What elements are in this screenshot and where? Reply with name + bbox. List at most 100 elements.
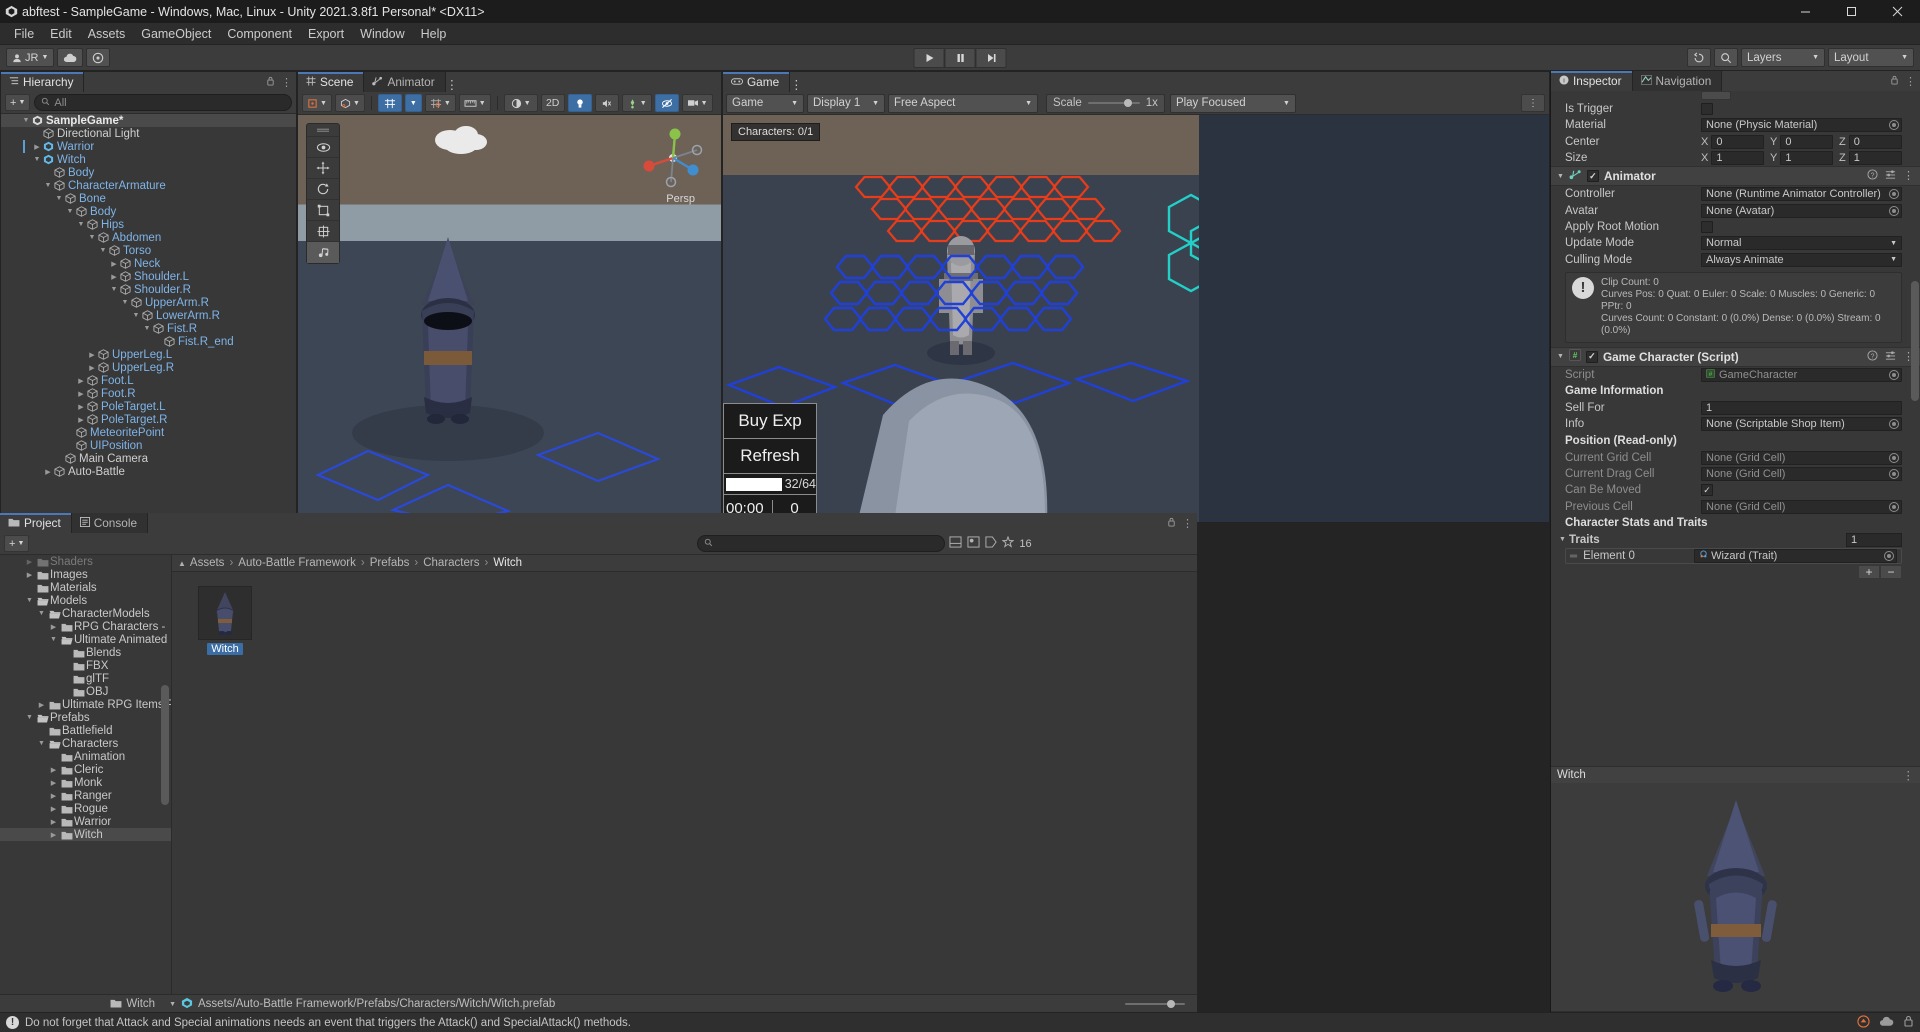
chevron-right-icon[interactable]: ▶ <box>109 273 119 281</box>
chevron-right-icon[interactable]: ▶ <box>76 390 86 398</box>
dropdown-culling-mode[interactable]: Always Animate ▼ <box>1701 252 1902 267</box>
traits-element-row[interactable]: ═ Element 0 Wizard (Trait) <box>1565 548 1902 565</box>
project-search-input[interactable] <box>697 535 946 552</box>
fx-icon[interactable]: ▼ <box>621 94 652 112</box>
breadcrumb-item-prefabs[interactable]: Prefabs <box>370 557 410 569</box>
chevron-right-icon[interactable]: ▶ <box>48 831 59 839</box>
breadcrumb-item-witch[interactable]: Witch <box>493 557 522 569</box>
hierarchy-item-shoulder-l[interactable]: ▶ Shoulder.L <box>1 270 296 283</box>
object-picker-icon[interactable] <box>1884 551 1894 562</box>
axis-input-x[interactable]: 1 <box>1711 151 1764 166</box>
project-folder-animation[interactable]: Animation <box>0 750 171 763</box>
object-picker-icon[interactable] <box>1889 419 1899 430</box>
project-folder-tree[interactable]: ▶ Shaders ▶ Images Materials ▼ Models ▼ Characte… <box>0 555 172 994</box>
chevron-right-icon[interactable]: ▶ <box>48 818 59 826</box>
traits-row[interactable]: ▼ Traits 1 <box>1551 532 1920 548</box>
hierarchy-item-body[interactable]: Body <box>1 166 296 179</box>
chevron-down-icon[interactable]: ▼ <box>65 208 75 215</box>
axis-input-z[interactable]: 1 <box>1848 151 1902 166</box>
lock-icon[interactable] <box>1167 517 1176 530</box>
chevron-down-icon[interactable]: ▼ <box>1557 173 1564 180</box>
project-folder-materials[interactable]: Materials <box>0 581 171 594</box>
hierarchy-item-witch[interactable]: ▼ Witch <box>1 153 296 166</box>
hierarchy-item-main-camera[interactable]: Main Camera <box>1 452 296 465</box>
hierarchy-item-upperarm-r[interactable]: ▼ UpperArm.R <box>1 296 296 309</box>
hierarchy-item-auto-battle[interactable]: ▶ Auto-Battle <box>1 465 296 478</box>
chevron-right-icon[interactable]: ▶ <box>36 701 47 709</box>
chevron-right-icon[interactable]: ▶ <box>48 805 59 813</box>
aspect-dropdown[interactable]: Free Aspect ▼ <box>888 93 1038 113</box>
refresh-button[interactable]: Refresh <box>724 439 816 474</box>
project-folder-gltf[interactable]: glTF <box>0 672 171 685</box>
chevron-down-icon[interactable]: ▼ <box>109 286 119 293</box>
hierarchy-item-neck[interactable]: ▶ Neck <box>1 257 296 270</box>
hierarchy-item-foot-r[interactable]: ▶ Foot.R <box>1 387 296 400</box>
project-folder-blends[interactable]: Blends <box>0 646 171 659</box>
scale-slider-knob[interactable] <box>1123 99 1132 107</box>
chevron-right-icon[interactable]: ▶ <box>43 468 53 476</box>
chevron-right-icon[interactable]: ▶ <box>109 260 119 268</box>
search-icon[interactable] <box>1714 48 1738 67</box>
chevron-right-icon[interactable]: ▶ <box>76 416 86 424</box>
chevron-right-icon[interactable]: ▶ <box>48 779 59 787</box>
more-icon[interactable]: ⋮ <box>1905 75 1916 88</box>
game-character-component-header[interactable]: ▼ # ✓ Game Character (Script) ? ⋮ <box>1551 346 1920 367</box>
chevron-down-icon[interactable]: ▼ <box>24 714 35 721</box>
scale-slider[interactable]: Scale 1x <box>1046 93 1165 113</box>
script-field-value[interactable]: # GameCharacter <box>1701 367 1902 382</box>
project-folder-rogue[interactable]: ▶ Rogue <box>0 802 171 815</box>
add-trait-button[interactable]: + <box>1858 565 1880 580</box>
project-folder-shaders[interactable]: ▶ Shaders <box>0 555 171 568</box>
grid-dropdown[interactable]: ▼ <box>404 94 422 112</box>
tab-hierarchy[interactable]: Hierarchy <box>1 72 85 92</box>
hierarchy-tree[interactable]: ▼ SampleGame* Directional Light ▶ Warrior ▼ Wi… <box>1 114 296 522</box>
game-more-icon[interactable]: ⋮ <box>1521 94 1545 112</box>
input-sell-for[interactable]: 1 <box>1701 401 1902 416</box>
chevron-down-icon[interactable]: ▼ <box>120 299 130 306</box>
camera-icon[interactable]: ▼ <box>681 94 713 112</box>
preset-icon[interactable] <box>1885 169 1896 183</box>
menu-file[interactable]: File <box>6 24 42 44</box>
hierarchy-item-poletarget-l[interactable]: ▶ PoleTarget.L <box>1 400 296 413</box>
minimize-button[interactable] <box>1782 0 1828 23</box>
object-picker-icon[interactable] <box>1889 205 1899 216</box>
hierarchy-item-characterarmature[interactable]: ▼ CharacterArmature <box>1 179 296 192</box>
object-field-info[interactable]: None (Scriptable Shop Item) <box>1701 417 1902 432</box>
hierarchy-item-fist-r-end[interactable]: Fist.R_end <box>1 335 296 348</box>
more-icon[interactable]: ⋮ <box>1903 169 1914 183</box>
hierarchy-item-directional-light[interactable]: Directional Light <box>1 127 296 140</box>
snap-icon[interactable]: ▼ <box>424 94 456 112</box>
chevron-down-icon[interactable]: ▼ <box>32 156 42 163</box>
game-character-enabled-checkbox[interactable]: ✓ <box>1585 350 1598 363</box>
menu-gameobject[interactable]: GameObject <box>133 24 219 44</box>
asset-thumbnail[interactable] <box>198 586 252 640</box>
tab-console[interactable]: Console <box>71 513 149 533</box>
services-icon[interactable] <box>86 48 111 67</box>
project-folder-obj[interactable]: OBJ <box>0 685 171 698</box>
more-icon[interactable]: ⋮ <box>790 78 803 92</box>
undo-history-icon[interactable] <box>1687 48 1711 67</box>
status-bar[interactable]: ! Do not forget that Attack and Special … <box>0 1012 1920 1032</box>
object-picker-icon[interactable] <box>1889 469 1899 480</box>
hierarchy-item-bone[interactable]: ▼ Bone <box>1 192 296 205</box>
chevron-down-icon[interactable]: ▼ <box>1559 536 1569 543</box>
grid-icon[interactable] <box>377 94 402 112</box>
project-folder-fbx[interactable]: FBX <box>0 659 171 672</box>
tab-navigation[interactable]: Navigation <box>1632 71 1723 91</box>
project-folder-cleric[interactable]: ▶ Cleric <box>0 763 171 776</box>
add-gameobject-button[interactable]: + ▼ <box>5 94 31 111</box>
preset-icon[interactable] <box>1885 350 1896 364</box>
chevron-down-icon[interactable]: ▼ <box>131 312 141 319</box>
object-field-previous-cell[interactable]: None (Grid Cell) <box>1701 499 1902 514</box>
breadcrumb-collapse-icon[interactable]: ▲ <box>178 559 186 568</box>
project-folder-images[interactable]: ▶ Images <box>0 568 171 581</box>
tab-animator[interactable]: Animator <box>364 72 446 92</box>
chevron-right-icon[interactable]: ▶ <box>87 351 97 359</box>
chevron-down-icon[interactable]: ▼ <box>48 636 59 643</box>
project-folder-warrior[interactable]: ▶ Warrior <box>0 815 171 828</box>
project-folder-ultimate-animated[interactable]: ▼ Ultimate Animated <box>0 633 171 646</box>
axis-input-y[interactable]: 1 <box>1780 151 1833 166</box>
animator-component-header[interactable]: ▼ ✓ Animator ? ⋮ <box>1551 166 1920 187</box>
filter-asset-icon[interactable] <box>949 536 962 551</box>
hidden-icon[interactable] <box>654 94 679 112</box>
